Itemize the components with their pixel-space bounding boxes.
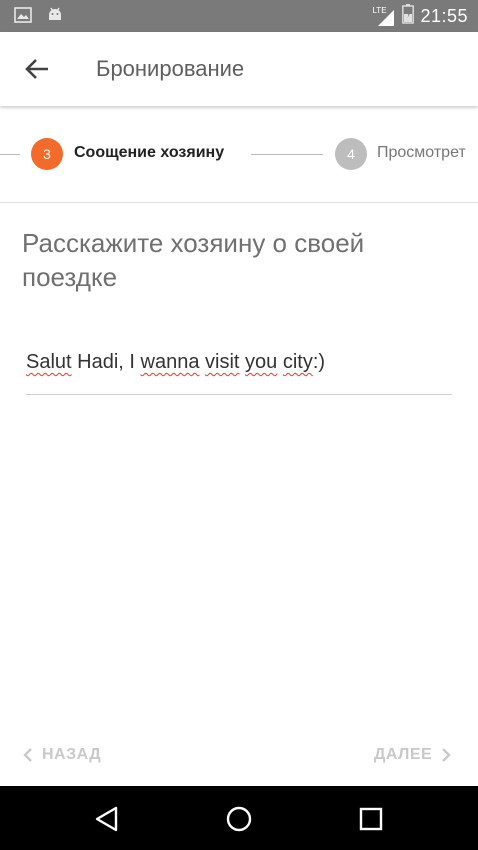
nav-recents-button[interactable] <box>354 802 388 836</box>
message-word: Salut <box>26 351 72 373</box>
next-nav-button[interactable]: ДАЛЕЕ <box>374 740 452 770</box>
back-nav-label: НАЗАД <box>42 746 102 763</box>
arrow-back-icon <box>25 59 48 79</box>
nav-back-button[interactable] <box>90 802 124 836</box>
system-nav-bar <box>0 786 478 850</box>
trip-prompt-heading: Расскажите хозяину о своей поездке <box>22 228 365 292</box>
message-word: :) <box>312 351 326 373</box>
message-word: visit <box>205 351 240 373</box>
chevron-right-icon <box>442 748 451 762</box>
next-nav-label: ДАЛЕЕ <box>374 746 433 763</box>
message-input[interactable]: Salut Hadi, I wanna visit you city:) <box>26 346 452 395</box>
back-nav-button[interactable]: НАЗАД <box>22 740 101 770</box>
android-icon <box>46 6 64 29</box>
message-word: you <box>245 351 278 373</box>
nav-back-icon <box>95 806 118 832</box>
message-word: city <box>282 351 313 373</box>
step-3-label[interactable]: Соощение хозяину <box>74 144 224 162</box>
message-text[interactable]: Salut Hadi, I wanna visit you city:) <box>26 351 325 373</box>
step-4-number: 4 <box>347 146 355 162</box>
step-4-circle[interactable]: 4 <box>335 138 367 170</box>
image-icon <box>14 7 32 28</box>
status-bar: LTE 21:55 <box>0 0 478 32</box>
app-bar: Бронирование <box>0 32 478 106</box>
step-3-number: 3 <box>43 146 51 162</box>
status-clock: 21:55 <box>420 6 468 26</box>
chevron-left-icon <box>23 748 32 762</box>
page-title: Бронирование <box>96 56 245 81</box>
back-button[interactable] <box>20 52 54 86</box>
signal-icon: LTE <box>372 6 396 28</box>
step-3-circle[interactable]: 3 <box>31 138 63 170</box>
message-word: wanna <box>140 351 200 373</box>
battery-icon <box>402 4 415 29</box>
nav-home-icon <box>226 806 252 832</box>
step-4-label[interactable]: Просмотрет <box>377 144 466 162</box>
nav-home-button[interactable] <box>222 802 256 836</box>
nav-recents-icon <box>359 807 383 831</box>
divider <box>0 202 478 203</box>
step-connector <box>251 154 323 155</box>
booking-stepper: 3 Соощение хозяину 4 Просмотрет <box>0 106 478 202</box>
step-connector <box>0 154 20 155</box>
message-word: Hadi, I <box>71 351 141 373</box>
